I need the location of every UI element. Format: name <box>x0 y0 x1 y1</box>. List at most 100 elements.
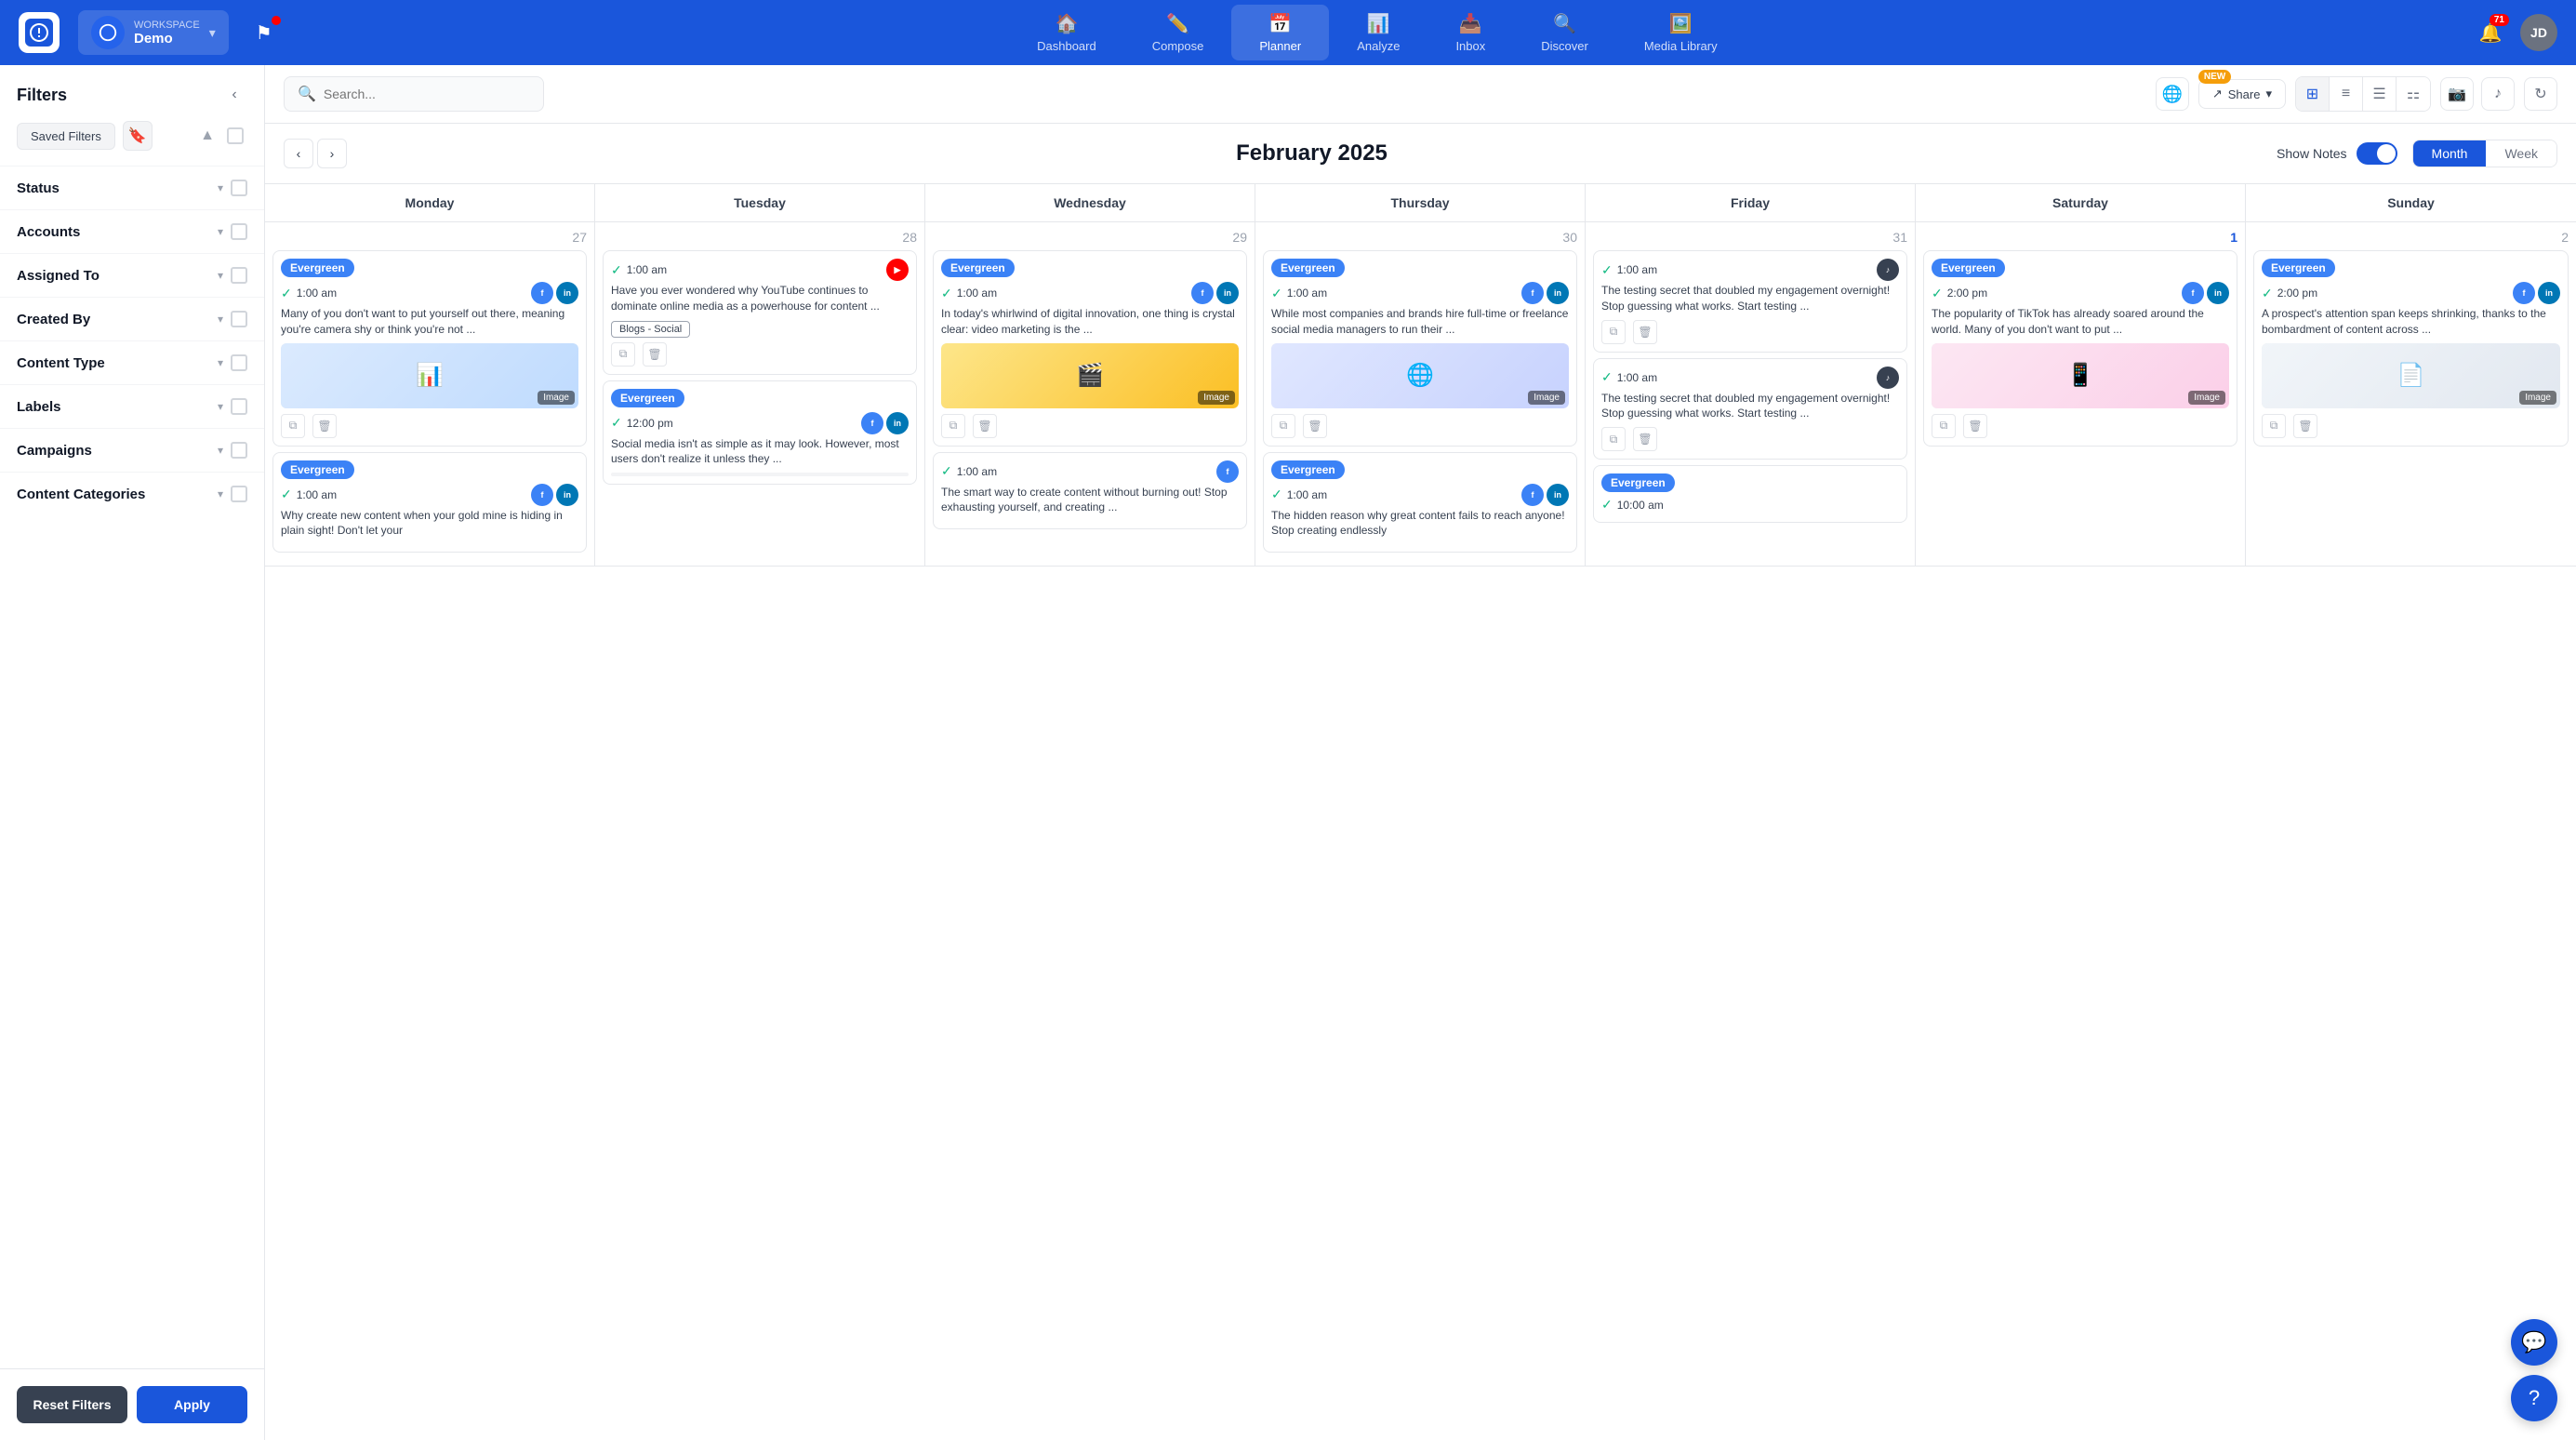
nav-item-media-library[interactable]: 🖼️ Media Library <box>1616 5 1746 60</box>
nav-item-inbox[interactable]: 📥 Inbox <box>1427 5 1513 60</box>
week-view-button[interactable]: Week <box>2486 140 2556 167</box>
post-card[interactable]: ✓ 1:00 am f The smart way to create cont… <box>933 452 1247 530</box>
copy-post-button[interactable]: ⧉ <box>941 414 965 438</box>
workspace-label: WORKSPACE <box>134 20 200 31</box>
tiktok-icon: ♪ <box>2494 86 2502 102</box>
post-actions: ⧉ 🗑 <box>1601 320 1899 344</box>
post-platform-icons: f in <box>1521 484 1569 506</box>
content-type-checkbox[interactable] <box>231 354 247 371</box>
nav-item-dashboard[interactable]: 🏠 Dashboard <box>1009 5 1124 60</box>
delete-post-button[interactable]: 🗑 <box>973 414 997 438</box>
delete-post-button[interactable]: 🗑 <box>2293 414 2317 438</box>
delete-post-button[interactable]: 🗑 <box>1633 320 1657 344</box>
post-card[interactable]: ✓ 1:00 am ♪ The testing secret that doub… <box>1593 358 1907 460</box>
post-card[interactable]: Evergreen ✓ 1:00 am f in In today's whir… <box>933 250 1247 447</box>
campaigns-checkbox[interactable] <box>231 442 247 459</box>
filter-created-by-header[interactable]: Created By ▾ <box>0 298 264 340</box>
filter-up-button[interactable]: ▲ <box>195 124 219 148</box>
platform-icon-linkedin: in <box>886 412 909 434</box>
post-card[interactable]: Evergreen ✓ 2:00 pm f in The popularity … <box>1923 250 2237 447</box>
post-card[interactable]: Evergreen ✓ 2:00 pm f in A prospect's at… <box>2253 250 2569 447</box>
filter-status-right: ▾ <box>218 180 247 196</box>
post-card[interactable]: ✓ 1:00 am ▶ Have you ever wondered why Y… <box>603 250 917 375</box>
app-logo[interactable] <box>19 12 60 53</box>
refresh-button[interactable]: ↻ <box>2524 77 2557 111</box>
instagram-filter-button[interactable]: 📷 <box>2440 77 2474 111</box>
share-dropdown-icon: ▾ <box>2265 87 2272 101</box>
nav-item-compose[interactable]: ✏️ Compose <box>1124 5 1232 60</box>
delete-post-button[interactable]: 🗑 <box>643 342 667 367</box>
copy-post-button[interactable]: ⧉ <box>1932 414 1956 438</box>
workspace-selector[interactable]: WORKSPACE Demo ▾ <box>78 10 229 55</box>
help-button[interactable]: ? <box>2511 1375 2557 1421</box>
filter-content-categories-header[interactable]: Content Categories ▾ <box>0 473 264 515</box>
filter-labels-header[interactable]: Labels ▾ <box>0 385 264 428</box>
reset-filters-button[interactable]: Reset Filters <box>17 1386 127 1423</box>
filter-checkbox-all[interactable] <box>223 124 247 148</box>
sidebar-collapse-button[interactable]: ‹ <box>221 82 247 108</box>
tiktok-filter-button[interactable]: ♪ <box>2481 77 2515 111</box>
filter-assigned-to-header[interactable]: Assigned To ▾ <box>0 254 264 297</box>
nav-item-discover[interactable]: 🔍 Discover <box>1513 5 1616 60</box>
status-chevron-icon: ▾ <box>218 181 223 194</box>
globe-button[interactable]: 🌐 <box>2156 77 2189 111</box>
filter-content-type-header[interactable]: Content Type ▾ <box>0 341 264 384</box>
month-view-button[interactable]: Month <box>2413 140 2487 167</box>
filter-campaigns-header[interactable]: Campaigns ▾ <box>0 429 264 472</box>
saved-filters-icon-button[interactable]: 🔖 <box>123 121 153 151</box>
view-list-button[interactable]: ☰ <box>2363 77 2397 111</box>
select-all-checkbox[interactable] <box>227 127 244 144</box>
created-by-checkbox[interactable] <box>231 311 247 327</box>
globe-icon: 🌐 <box>2162 85 2183 104</box>
chat-button[interactable]: 💬 <box>2511 1319 2557 1366</box>
view-detail-button[interactable]: ⚏ <box>2397 77 2430 111</box>
post-time: 2:00 pm <box>2277 287 2508 300</box>
day-header-thursday: Thursday <box>1255 184 1586 221</box>
labels-checkbox[interactable] <box>231 398 247 415</box>
filters-title: Filters <box>17 86 67 105</box>
post-card[interactable]: ✓ 1:00 am ♪ The testing secret that doub… <box>1593 250 1907 353</box>
post-card[interactable]: Evergreen ✓ 1:00 am f in While most comp… <box>1263 250 1577 447</box>
filter-status-header[interactable]: Status ▾ <box>0 167 264 209</box>
copy-post-button[interactable]: ⧉ <box>1601 320 1626 344</box>
delete-post-button[interactable]: 🗑 <box>1633 427 1657 451</box>
delete-post-button[interactable]: 🗑 <box>1963 414 1987 438</box>
post-actions: ⧉ 🗑 <box>611 342 909 367</box>
calendar-prev-button[interactable]: ‹ <box>284 139 313 168</box>
view-calendar-button[interactable]: ⊞ <box>2296 77 2330 111</box>
copy-post-button[interactable]: ⧉ <box>2262 414 2286 438</box>
show-notes-toggle[interactable] <box>2357 142 2397 165</box>
filter-accounts-header[interactable]: Accounts ▾ <box>0 210 264 253</box>
copy-post-button[interactable]: ⧉ <box>1601 427 1626 451</box>
status-checkbox[interactable] <box>231 180 247 196</box>
check-icon: ✓ <box>1271 487 1282 502</box>
post-card[interactable]: Evergreen ✓ 1:00 am f in The hidden reas… <box>1263 452 1577 553</box>
post-card[interactable]: Evergreen ✓ 1:00 am f in Why create new … <box>272 452 587 553</box>
post-card[interactable]: Evergreen ✓ 12:00 pm f in Social media i… <box>603 380 917 486</box>
apply-filters-button[interactable]: Apply <box>137 1386 247 1423</box>
content-categories-checkbox[interactable] <box>231 486 247 502</box>
copy-post-button[interactable]: ⧉ <box>611 342 635 367</box>
search-input[interactable] <box>324 87 510 101</box>
accounts-checkbox[interactable] <box>231 223 247 240</box>
flag-button[interactable]: ⚑ <box>247 16 281 49</box>
post-card[interactable]: Evergreen ✓ 10:00 am <box>1593 465 1907 523</box>
saved-filters-button[interactable]: Saved Filters <box>17 123 115 150</box>
nav-item-planner[interactable]: 📅 Planner <box>1231 5 1329 60</box>
post-card[interactable]: Evergreen ✓ 1:00 am f in Many of you don… <box>272 250 587 447</box>
copy-post-button[interactable]: ⧉ <box>281 414 305 438</box>
assigned-to-checkbox[interactable] <box>231 267 247 284</box>
bell-button[interactable]: 🔔 71 <box>2474 16 2507 49</box>
post-image: 📄 Image <box>2262 343 2560 408</box>
filter-created-by-right: ▾ <box>218 311 247 327</box>
user-avatar[interactable]: JD <box>2520 14 2557 51</box>
delete-post-button[interactable]: 🗑 <box>1303 414 1327 438</box>
calendar-next-button[interactable]: › <box>317 139 347 168</box>
filter-campaigns-right: ▾ <box>218 442 247 459</box>
view-table-button[interactable]: ≡ <box>2330 77 2363 111</box>
copy-post-button[interactable]: ⧉ <box>1271 414 1295 438</box>
post-time: 1:00 am <box>297 287 526 300</box>
nav-item-analyze[interactable]: 📊 Analyze <box>1329 5 1427 60</box>
delete-post-button[interactable]: 🗑 <box>312 414 337 438</box>
discover-icon: 🔍 <box>1553 12 1576 35</box>
